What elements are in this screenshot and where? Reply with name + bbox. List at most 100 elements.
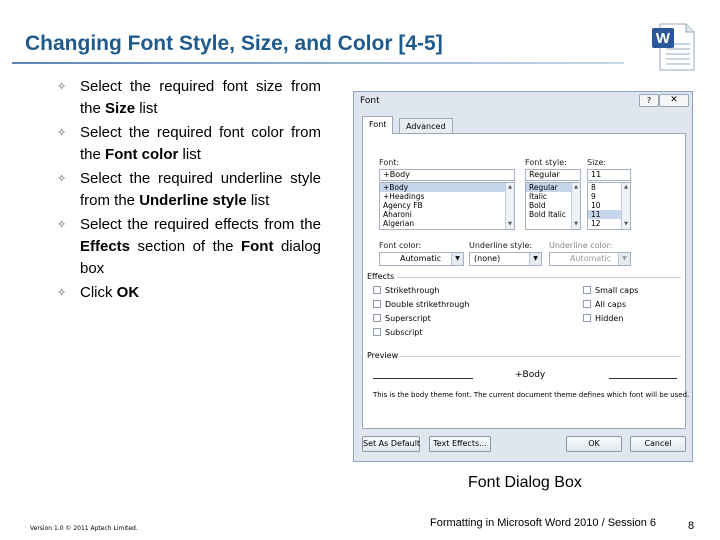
preview-sample: +Body — [515, 370, 546, 380]
checkbox-label: Small caps — [595, 286, 639, 295]
chevron-down-icon[interactable]: ▼ — [451, 253, 463, 265]
bullet-text: Select the required effects from the — [80, 216, 321, 233]
scroll-down-icon[interactable]: ▼ — [506, 220, 514, 229]
checkbox-box[interactable] — [373, 300, 381, 308]
bullet-text: list — [246, 192, 270, 209]
font-color-value: Automatic — [400, 254, 442, 263]
bullet-emphasis: Font color — [105, 146, 179, 163]
underline-color-dropdown[interactable]: Automatic ▼ — [549, 252, 631, 266]
size-label: Size: — [587, 158, 607, 167]
help-button[interactable]: ? — [639, 94, 659, 107]
font-color-dropdown[interactable]: Automatic ▼ — [379, 252, 464, 266]
effect-checkbox[interactable]: All caps — [583, 300, 626, 309]
word-logo-letter: W — [656, 30, 671, 47]
slide-title: Changing Font Style, Size, and Color [4-… — [25, 32, 443, 55]
font-style-input[interactable]: Regular — [525, 169, 581, 181]
effects-group-title: Effects — [367, 272, 395, 281]
effect-checkbox[interactable]: Small caps — [583, 286, 638, 295]
list-item[interactable]: Aharoni — [380, 210, 514, 219]
checkbox-label: Strikethrough — [385, 286, 440, 295]
font-style-list[interactable]: Regular Italic Bold Bold Italic ▲ ▼ — [525, 182, 581, 230]
effect-checkbox[interactable]: Hidden — [583, 314, 623, 323]
close-button[interactable]: ✕ — [659, 94, 689, 107]
checkbox-box[interactable] — [373, 314, 381, 322]
bullet-marker-icon: ✧ — [57, 173, 67, 185]
checkbox-box[interactable] — [583, 300, 591, 308]
list-item[interactable]: Agency FB — [380, 201, 514, 210]
effects-divider — [397, 277, 681, 278]
bullet-text: Click — [80, 284, 117, 301]
bullet-marker-icon: ✧ — [57, 219, 67, 231]
preview-group-title: Preview — [367, 351, 399, 360]
checkbox-box[interactable] — [583, 314, 591, 322]
page-number: 8 — [688, 520, 695, 532]
checkbox-box[interactable] — [373, 328, 381, 336]
style-list-scrollbar[interactable]: ▲ ▼ — [571, 183, 580, 229]
underline-color-label: Underline color: — [549, 241, 613, 250]
title-underline — [12, 62, 624, 64]
ok-button[interactable]: OK — [566, 436, 622, 452]
bullet-marker-icon: ✧ — [57, 127, 67, 139]
bullet-text: section of the — [130, 238, 241, 255]
effect-checkbox[interactable]: Subscript — [373, 328, 423, 337]
font-name-input[interactable]: +Body — [379, 169, 515, 181]
effect-checkbox[interactable]: Strikethrough — [373, 286, 439, 295]
list-item[interactable]: Algerian — [380, 219, 514, 228]
bullet-list: ✧ Select the required font size from the … — [55, 76, 321, 306]
bullet-item: ✧ Select the required underline style fro… — [55, 168, 321, 212]
underline-style-value: (none) — [474, 254, 501, 263]
bullet-emphasis: Size — [105, 100, 136, 117]
bullet-item: ✧ Select the required font size from the … — [55, 76, 321, 120]
checkbox-box[interactable] — [583, 286, 591, 294]
list-item[interactable]: +Headings — [380, 192, 514, 201]
checkbox-label: Superscript — [385, 314, 431, 323]
text-effects-button[interactable]: Text Effects... — [429, 436, 491, 452]
font-label: Font: — [379, 158, 400, 167]
preview-baseline-left — [373, 378, 473, 379]
preview-divider — [399, 356, 681, 357]
chevron-down-icon[interactable]: ▼ — [529, 253, 541, 265]
bullet-text: list — [178, 146, 201, 163]
bullet-marker-icon: ✧ — [57, 287, 67, 299]
cancel-button[interactable]: Cancel — [630, 436, 686, 452]
font-color-label: Font color: — [379, 241, 422, 250]
scroll-down-icon[interactable]: ▼ — [622, 220, 630, 229]
checkbox-label: Subscript — [385, 328, 423, 337]
set-as-default-button[interactable]: Set As Default — [362, 436, 420, 452]
size-list[interactable]: 8 9 10 11 12 ▲ ▼ — [587, 182, 631, 230]
footer-copyright: Version 1.0 © 2011 Aptech Limited. — [30, 525, 138, 532]
size-list-scrollbar[interactable]: ▲ ▼ — [621, 183, 630, 229]
font-name-list[interactable]: +Body +Headings Agency FB Aharoni Algerian ▲ ▼ — [379, 182, 515, 230]
scroll-down-icon[interactable]: ▼ — [572, 220, 580, 229]
font-dialog: Font ? ✕ Font Advanced Font: +Body +Body… — [353, 91, 693, 462]
scroll-up-icon[interactable]: ▲ — [572, 183, 580, 192]
bullet-emphasis: OK — [116, 284, 140, 301]
checkbox-label: All caps — [595, 300, 627, 309]
word-logo-icon: W — [652, 23, 695, 71]
scroll-up-icon[interactable]: ▲ — [622, 183, 630, 192]
chevron-down-icon[interactable]: ▼ — [618, 253, 630, 265]
scroll-up-icon[interactable]: ▲ — [506, 183, 514, 192]
checkbox-label: Hidden — [595, 314, 624, 323]
checkbox-label: Double strikethrough — [385, 300, 470, 309]
effect-checkbox[interactable]: Double strikethrough — [373, 300, 469, 309]
bullet-text: list — [135, 100, 158, 117]
dialog-title: Font — [360, 96, 380, 106]
bullet-emphasis: Effects — [80, 238, 131, 255]
bullet-item: ✧ Select the required font color from the… — [55, 122, 321, 166]
preview-baseline-right — [609, 378, 677, 379]
bullet-item: ✧ Click OK — [55, 282, 321, 304]
font-list-scrollbar[interactable]: ▲ ▼ — [505, 183, 514, 229]
bullet-emphasis: Underline style — [139, 192, 247, 209]
effect-checkbox[interactable]: Superscript — [373, 314, 431, 323]
underline-style-label: Underline style: — [469, 241, 533, 250]
underline-style-dropdown[interactable]: (none) ▼ — [469, 252, 542, 266]
checkbox-box[interactable] — [373, 286, 381, 294]
bullet-emphasis: Font — [240, 238, 274, 255]
tab-font[interactable]: Font — [362, 116, 394, 134]
bullet-item: ✧ Select the required effects from the Ef… — [55, 214, 321, 280]
list-item[interactable]: +Body — [380, 183, 514, 192]
size-input[interactable]: 11 — [587, 169, 631, 181]
preview-note: This is the body theme font. The current… — [373, 391, 690, 399]
font-tab-panel: Font: +Body +Body +Headings Agency FB Aharo… — [362, 133, 690, 429]
